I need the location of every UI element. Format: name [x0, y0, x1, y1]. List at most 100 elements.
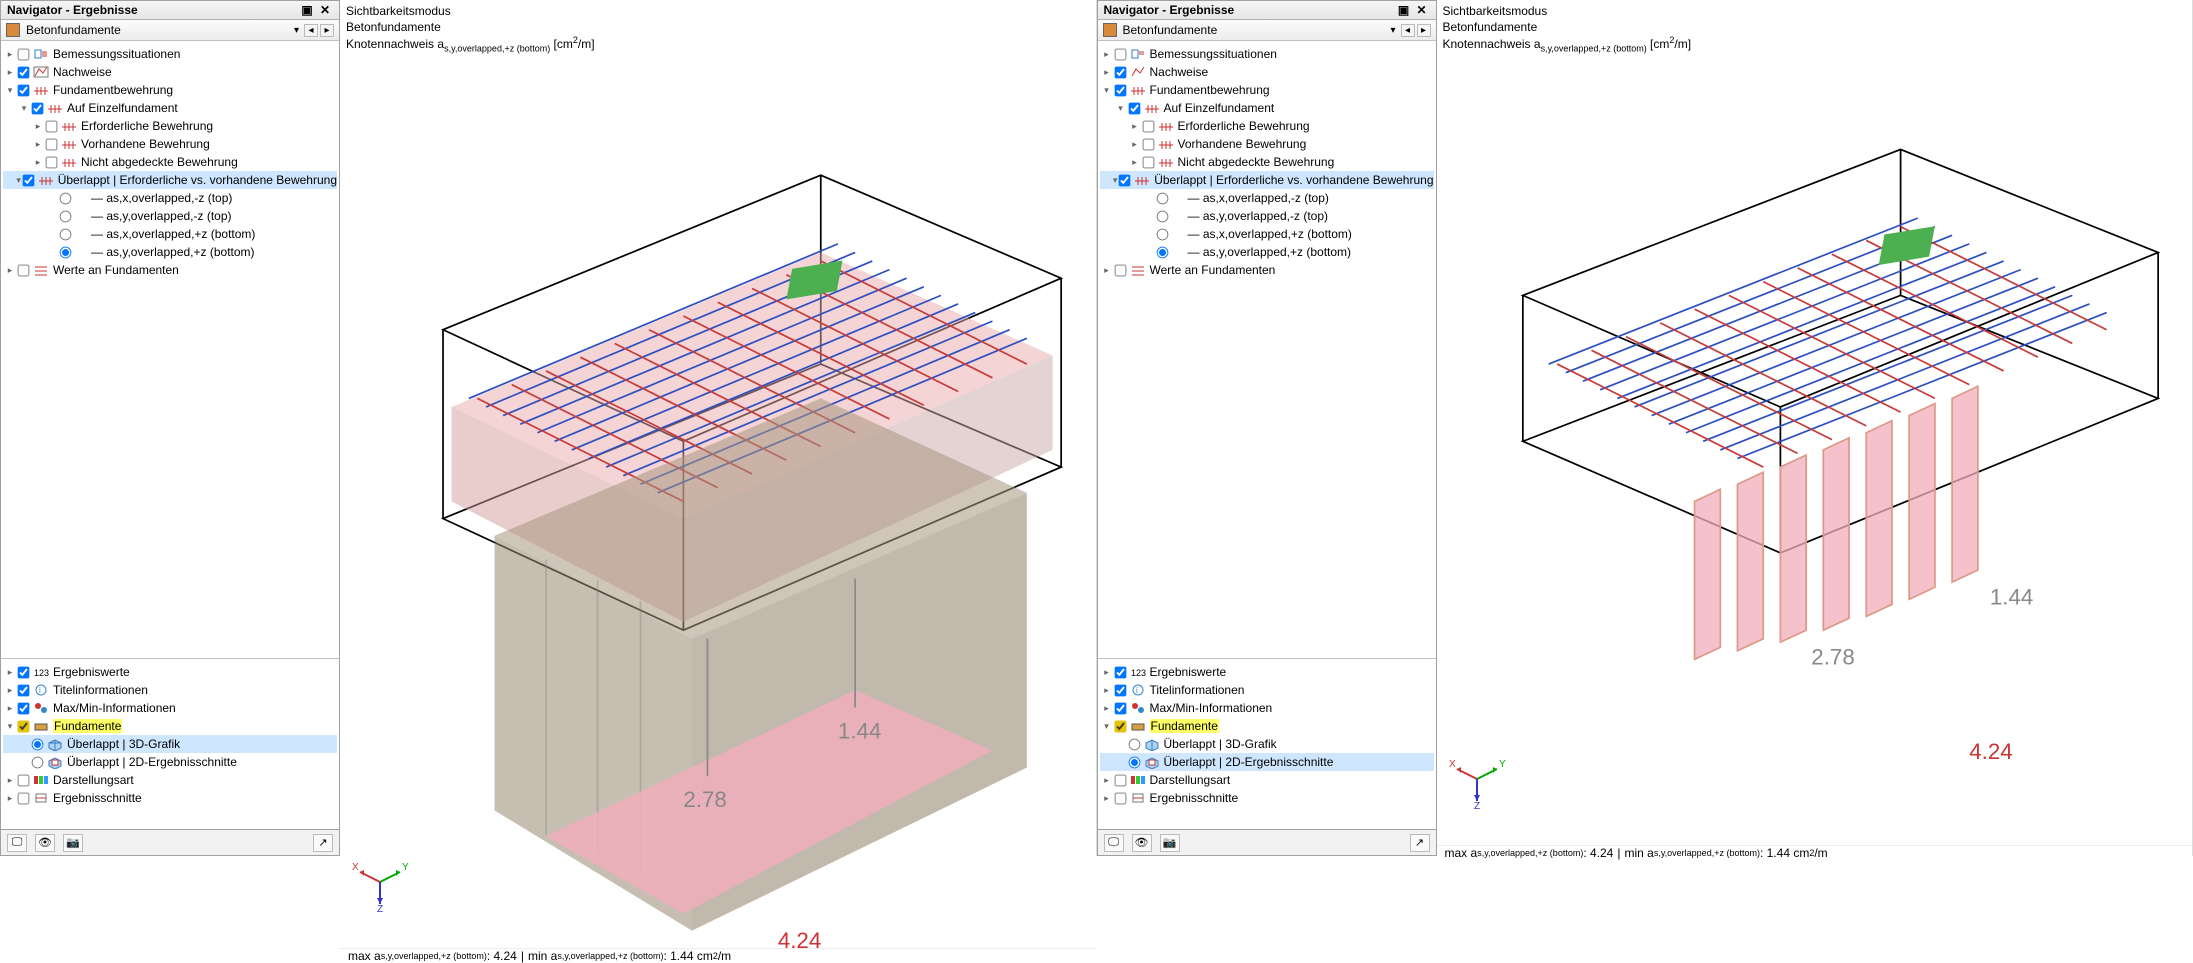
radio[interactable]: [1128, 738, 1140, 750]
checkbox[interactable]: [1114, 684, 1126, 696]
category-dropdown[interactable]: Betonfundamente ▾ ◂ ▸: [1, 20, 339, 41]
tree-item-radio-2[interactable]: — as,y,overlapped,-z (top): [3, 207, 337, 225]
chevron-down-icon[interactable]: ▾: [294, 25, 299, 36]
chevron-down-icon[interactable]: ▾: [1390, 25, 1395, 36]
checkbox[interactable]: [18, 702, 30, 714]
tree-item-2d[interactable]: Überlappt | 2D-Ergebnisschnitte: [1100, 753, 1434, 771]
checkbox[interactable]: [18, 792, 30, 804]
radio[interactable]: [1156, 210, 1168, 222]
tree-item-radio-1[interactable]: — as,x,overlapped,-z (top): [3, 189, 337, 207]
tree-item-darstell[interactable]: ▸ Darstellungsart: [3, 771, 337, 789]
checkbox[interactable]: [18, 84, 30, 96]
checkbox[interactable]: [18, 264, 30, 276]
tree-item-werte[interactable]: ▸Werte an Fundamenten: [1100, 261, 1434, 279]
tree-item-bemessung[interactable]: ▸Bemessungssituationen: [1100, 45, 1434, 63]
tree-item-ergschnitte[interactable]: ▸ Ergebnisschnitte: [3, 789, 337, 807]
checkbox[interactable]: [1119, 174, 1131, 186]
tree-item-werte[interactable]: ▸ Werte an Fundamenten: [3, 261, 337, 279]
checkbox[interactable]: [1142, 156, 1154, 168]
checkbox[interactable]: [18, 684, 30, 696]
twisty-icon[interactable]: ▸: [3, 49, 17, 60]
tree-item-maxmin[interactable]: ▸ Max/Min-Informationen: [3, 699, 337, 717]
tree-item-bemessung[interactable]: ▸ Bemessungssituationen: [3, 45, 337, 63]
twisty-icon[interactable]: ▸: [3, 67, 17, 78]
close-icon[interactable]: ✕: [1414, 3, 1430, 17]
radio[interactable]: [60, 192, 72, 204]
checkbox[interactable]: [46, 120, 58, 132]
tree-item-titelinfo[interactable]: ▸ i Titelinformationen: [3, 681, 337, 699]
checkbox[interactable]: [1114, 720, 1126, 732]
tree-item-auf-einzel[interactable]: ▾Auf Einzelfundament: [1100, 99, 1434, 117]
tree-item-vor-bew[interactable]: ▸Vorhandene Bewehrung: [1100, 135, 1434, 153]
checkbox[interactable]: [1142, 138, 1154, 150]
pin-icon[interactable]: ▣: [299, 3, 315, 17]
twisty-icon[interactable]: ▾: [15, 175, 21, 186]
checkbox[interactable]: [46, 138, 58, 150]
radio[interactable]: [60, 246, 72, 258]
radio[interactable]: [32, 756, 44, 768]
category-dropdown[interactable]: Betonfundamente ▾ ◂ ▸: [1098, 20, 1436, 41]
checkbox[interactable]: [18, 666, 30, 678]
tree-item-nicht-abg[interactable]: ▸Nicht abgedeckte Bewehrung: [1100, 153, 1434, 171]
tree-item-ueberlappt[interactable]: ▾Überlappt | Erforderliche vs. vorhanden…: [1100, 171, 1434, 189]
tree-item-fundbew[interactable]: ▾Fundamentbewehrung: [1100, 81, 1434, 99]
pin-icon[interactable]: ▣: [1396, 3, 1412, 17]
tree-item-2d[interactable]: Überlappt | 2D-Ergebnisschnitte: [3, 753, 337, 771]
radio[interactable]: [1156, 192, 1168, 204]
twisty-icon[interactable]: ▸: [31, 121, 45, 132]
checkbox[interactable]: [18, 66, 30, 78]
tree-item-ergebniswerte[interactable]: ▸123Ergebniswerte: [1100, 663, 1434, 681]
screenshot-button[interactable]: 🖵: [7, 834, 27, 852]
tree-item-fundamente[interactable]: ▾ Fundamente: [3, 717, 337, 735]
checkbox[interactable]: [46, 156, 58, 168]
tree-item-radio-4[interactable]: — as,y,overlapped,+z (bottom): [3, 243, 337, 261]
close-icon[interactable]: ✕: [317, 3, 333, 17]
misc-button[interactable]: ↗: [313, 834, 333, 852]
tree-item-auf-einzel[interactable]: ▾ Auf Einzelfundament: [3, 99, 337, 117]
nav-next-button[interactable]: ▸: [1417, 24, 1431, 37]
tree-item-nachweise[interactable]: ▸ Nachweise: [3, 63, 337, 81]
radio[interactable]: [60, 210, 72, 222]
viewport-canvas-3d[interactable]: 2.78 1.44 4.24 X Y Z: [340, 55, 1096, 948]
twisty-icon[interactable]: ▾: [3, 85, 17, 96]
checkbox[interactable]: [1114, 702, 1126, 714]
twisty-icon[interactable]: ▸: [31, 157, 45, 168]
tree-item-radio-4[interactable]: — as,y,overlapped,+z (bottom): [1100, 243, 1434, 261]
radio[interactable]: [1156, 228, 1168, 240]
tree-item-radio-2[interactable]: — as,y,overlapped,-z (top): [1100, 207, 1434, 225]
tree-item-ergebniswerte[interactable]: ▸ 123 Ergebniswerte: [3, 663, 337, 681]
twisty-icon[interactable]: ▾: [3, 721, 17, 732]
tree-item-titelinfo[interactable]: ▸iTitelinformationen: [1100, 681, 1434, 699]
twisty-icon[interactable]: ▾: [17, 103, 31, 114]
camera-button[interactable]: 📷: [63, 834, 83, 852]
twisty-icon[interactable]: ▸: [3, 793, 17, 804]
tree-item-radio-1[interactable]: — as,x,overlapped,-z (top): [1100, 189, 1434, 207]
misc-button[interactable]: ↗: [1410, 834, 1430, 852]
checkbox[interactable]: [1114, 84, 1126, 96]
twisty-icon[interactable]: ▸: [31, 139, 45, 150]
checkbox[interactable]: [1114, 264, 1126, 276]
checkbox[interactable]: [22, 174, 34, 186]
tree-item-nicht-abg[interactable]: ▸ Nicht abgedeckte Bewehrung: [3, 153, 337, 171]
screenshot-button[interactable]: 🖵: [1104, 834, 1124, 852]
eye-button[interactable]: 👁: [35, 834, 55, 852]
tree-item-fundbew[interactable]: ▾ Fundamentbewehrung: [3, 81, 337, 99]
checkbox[interactable]: [18, 48, 30, 60]
eye-button[interactable]: 👁: [1132, 834, 1152, 852]
radio[interactable]: [60, 228, 72, 240]
radio[interactable]: [1128, 756, 1140, 768]
checkbox[interactable]: [18, 774, 30, 786]
checkbox[interactable]: [1114, 48, 1126, 60]
nav-next-button[interactable]: ▸: [320, 24, 334, 37]
tree-item-vor-bew[interactable]: ▸ Vorhandene Bewehrung: [3, 135, 337, 153]
tree-item-radio-3[interactable]: — as,x,overlapped,+z (bottom): [1100, 225, 1434, 243]
twisty-icon[interactable]: ▸: [3, 667, 17, 678]
radio[interactable]: [1156, 246, 1168, 258]
tree-item-3d[interactable]: Überlappt | 3D-Grafik: [3, 735, 337, 753]
checkbox[interactable]: [1142, 120, 1154, 132]
viewport-canvas-2d[interactable]: 2.78 1.44 4.24 X Y Z: [1437, 55, 2193, 845]
twisty-icon[interactable]: ▸: [3, 685, 17, 696]
tree-item-maxmin[interactable]: ▸Max/Min-Informationen: [1100, 699, 1434, 717]
checkbox[interactable]: [32, 102, 44, 114]
checkbox[interactable]: [18, 720, 30, 732]
